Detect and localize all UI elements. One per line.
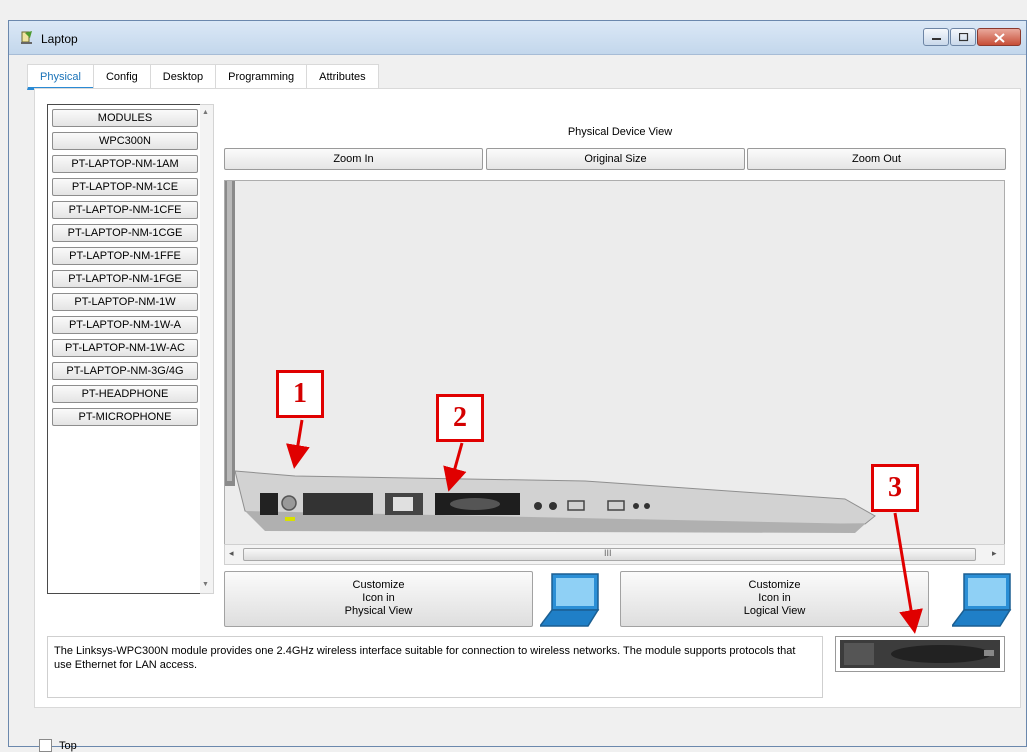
customize-logical-line-3: Logical View xyxy=(743,605,806,617)
title-bar[interactable]: Laptop xyxy=(9,21,1026,55)
tab-desktop[interactable]: Desktop xyxy=(149,64,217,90)
customize-physical-line-2: Icon in xyxy=(362,592,395,604)
module-button-headphone[interactable]: PT-HEADPHONE xyxy=(52,385,198,403)
minimize-icon xyxy=(932,38,941,40)
module-button-nm-1w[interactable]: PT-LAPTOP-NM-1W xyxy=(52,293,198,311)
customize-logical-icon-button[interactable]: Customize Icon in Logical View xyxy=(620,571,929,627)
module-button-nm-1ce[interactable]: PT-LAPTOP-NM-1CE xyxy=(52,178,198,196)
laptop-physical-icon xyxy=(540,573,600,627)
device-view-scrollbar[interactable]: ◂ III ▸ xyxy=(224,544,1005,565)
scroll-thumb[interactable]: III xyxy=(243,548,976,561)
modules-scrollbar[interactable]: ▲ ▼ xyxy=(200,104,214,594)
app-icon xyxy=(21,31,32,44)
customize-logical-line-2: Icon in xyxy=(758,592,791,604)
zoom-in-button[interactable]: Zoom In xyxy=(224,148,483,170)
scroll-down-icon[interactable]: ▼ xyxy=(202,581,209,588)
customize-physical-line-3: Physical View xyxy=(344,605,413,617)
module-button-nm-1cfe[interactable]: PT-LAPTOP-NM-1CFE xyxy=(52,201,198,219)
module-button-modules[interactable]: MODULES xyxy=(52,109,198,127)
physical-tab-panel: MODULES WPC300N PT-LAPTOP-NM-1AM PT-LAPT… xyxy=(34,88,1021,708)
tab-bar: Physical Config Desktop Programming Attr… xyxy=(27,64,379,90)
customize-physical-icon-button[interactable]: Customize Icon in Physical View xyxy=(224,571,533,627)
module-button-nm-1am[interactable]: PT-LAPTOP-NM-1AM xyxy=(52,155,198,173)
customize-logical-line-1: Customize xyxy=(748,579,801,591)
wireless-card-icon xyxy=(840,640,1000,668)
top-label: Top xyxy=(59,740,77,752)
minimize-button[interactable] xyxy=(923,28,949,46)
top-checkbox[interactable] xyxy=(39,739,52,752)
scroll-left-icon[interactable]: ◂ xyxy=(229,548,234,559)
module-image xyxy=(835,636,1005,672)
modules-list: MODULES WPC300N PT-LAPTOP-NM-1AM PT-LAPT… xyxy=(47,104,212,594)
tab-attributes[interactable]: Attributes xyxy=(306,64,379,90)
zoom-out-button[interactable]: Zoom Out xyxy=(747,148,1006,170)
scroll-up-icon[interactable]: ▲ xyxy=(202,109,209,116)
callout-1: 1 xyxy=(276,370,324,418)
module-description: The Linksys-WPC300N module provides one … xyxy=(47,636,823,698)
scroll-grip: III xyxy=(604,548,612,558)
power-port-icon xyxy=(281,495,297,511)
callout-3: 3 xyxy=(871,464,919,512)
tab-config[interactable]: Config xyxy=(92,64,151,90)
window-title: Laptop xyxy=(41,32,78,46)
laptop-logical-icon xyxy=(952,573,1012,627)
customize-physical-line-1: Customize xyxy=(352,579,405,591)
maximize-icon xyxy=(959,33,969,42)
tab-programming[interactable]: Programming xyxy=(215,64,308,90)
module-button-microphone[interactable]: PT-MICROPHONE xyxy=(52,408,198,426)
close-icon xyxy=(994,33,1005,43)
module-button-nm-1cge[interactable]: PT-LAPTOP-NM-1CGE xyxy=(52,224,198,242)
module-button-nm-1w-ac[interactable]: PT-LAPTOP-NM-1W-AC xyxy=(52,339,198,357)
scroll-right-icon[interactable]: ▸ xyxy=(992,548,997,559)
callout-2: 2 xyxy=(436,394,484,442)
laptop-window: Laptop Physical Config Desktop Programmi… xyxy=(8,20,1027,752)
maximize-button[interactable] xyxy=(950,28,976,46)
module-button-nm-3g4g[interactable]: PT-LAPTOP-NM-3G/4G xyxy=(52,362,198,380)
tab-physical[interactable]: Physical xyxy=(27,64,94,90)
close-button[interactable] xyxy=(977,28,1021,46)
module-button-nm-1fge[interactable]: PT-LAPTOP-NM-1FGE xyxy=(52,270,198,288)
original-size-button[interactable]: Original Size xyxy=(486,148,745,170)
module-button-nm-1ffe[interactable]: PT-LAPTOP-NM-1FFE xyxy=(52,247,198,265)
module-button-nm-1w-a[interactable]: PT-LAPTOP-NM-1W-A xyxy=(52,316,198,334)
physical-device-view-title: Physical Device View xyxy=(567,126,673,138)
module-button-wpc300n[interactable]: WPC300N xyxy=(52,132,198,150)
